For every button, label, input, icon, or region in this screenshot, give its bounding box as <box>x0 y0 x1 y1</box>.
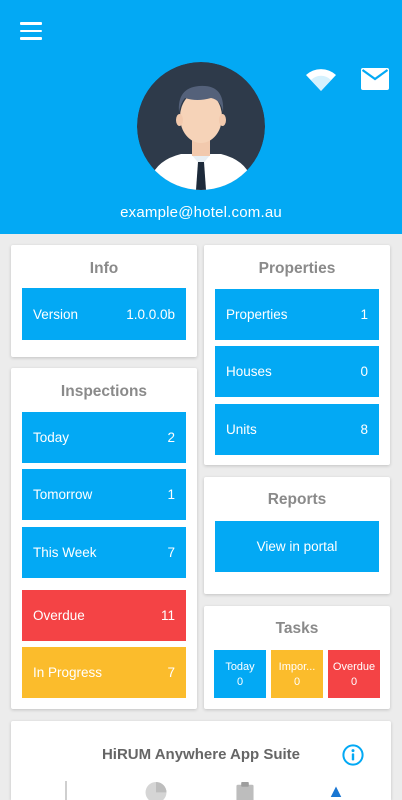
view-in-portal-button[interactable]: View in portal <box>215 521 379 572</box>
tasks-important-count: 0 <box>293 676 301 688</box>
tasks-overdue-count: 0 <box>350 676 358 688</box>
version-value: 1.0.0.0b <box>126 306 175 322</box>
properties-title: Properties <box>258 260 336 277</box>
inspections-card: Inspections Today 2 Tomorrow 1 This Week… <box>11 368 197 709</box>
inspections-today-count: 2 <box>167 430 175 445</box>
inspections-tomorrow-label: Tomorrow <box>33 487 93 502</box>
menu-icon[interactable] <box>20 22 42 40</box>
pie-chart-icon[interactable] <box>144 781 168 800</box>
properties-count: 1 <box>360 307 368 322</box>
suite-divider-icon <box>65 781 67 800</box>
tasks-card: Tasks Today 0 Impor... 0 Overdue 0 <box>204 606 390 709</box>
tasks-overdue-tile[interactable]: Overdue 0 <box>328 650 380 698</box>
tasks-today-count: 0 <box>236 676 244 688</box>
properties-card: Properties Properties 1 Houses 0 Units 8 <box>204 245 390 465</box>
inspections-today-tile[interactable]: Today 2 <box>22 412 186 463</box>
clipboard-icon[interactable] <box>233 781 257 800</box>
app-suite-card: HiRUM Anywhere App Suite <box>11 721 391 800</box>
properties-label: Properties <box>226 307 288 322</box>
reports-card: Reports View in portal <box>204 477 390 594</box>
inspections-in-progress-count: 7 <box>167 665 175 680</box>
user-email: example@hotel.com.au <box>120 204 282 221</box>
inspections-this-week-count: 7 <box>167 545 175 560</box>
tasks-important-tile[interactable]: Impor... 0 <box>271 650 323 698</box>
avatar <box>137 62 265 190</box>
tasks-title: Tasks <box>275 620 319 637</box>
inspections-tomorrow-tile[interactable]: Tomorrow 1 <box>22 469 186 520</box>
units-label: Units <box>226 422 257 437</box>
properties-tile[interactable]: Properties 1 <box>215 289 379 340</box>
version-tile[interactable]: Version 1.0.0.0b <box>22 288 186 340</box>
units-tile[interactable]: Units 8 <box>215 404 379 455</box>
tasks-overdue-label: Overdue <box>332 661 376 673</box>
inspections-tomorrow-count: 1 <box>167 487 175 502</box>
info-card: Info Version 1.0.0.0b <box>11 245 197 357</box>
tasks-today-tile[interactable]: Today 0 <box>214 650 266 698</box>
inspections-today-label: Today <box>33 430 70 445</box>
inspections-this-week-tile[interactable]: This Week 7 <box>22 527 186 578</box>
houses-label: Houses <box>226 364 272 379</box>
inspections-title: Inspections <box>60 383 148 400</box>
app-suite-title: HiRUM Anywhere App Suite <box>101 746 301 763</box>
houses-count: 0 <box>360 364 368 379</box>
inspections-overdue-count: 11 <box>160 608 175 623</box>
info-icon[interactable] <box>342 744 364 766</box>
drop-icon[interactable] <box>327 785 345 800</box>
app-header: example@hotel.com.au <box>0 0 402 234</box>
wifi-icon[interactable] <box>305 66 337 92</box>
version-label: Version <box>33 306 79 322</box>
info-title: Info <box>89 260 119 277</box>
tasks-important-label: Impor... <box>278 661 316 673</box>
units-count: 8 <box>360 422 368 437</box>
houses-tile[interactable]: Houses 0 <box>215 346 379 397</box>
tasks-today-label: Today <box>225 661 255 673</box>
inspections-overdue-tile[interactable]: Overdue 11 <box>22 590 186 641</box>
inspections-overdue-label: Overdue <box>33 608 85 623</box>
mail-icon[interactable] <box>361 68 389 90</box>
inspections-in-progress-tile[interactable]: In Progress 7 <box>22 647 186 698</box>
reports-title: Reports <box>267 491 327 508</box>
inspections-this-week-label: This Week <box>33 545 97 560</box>
inspections-in-progress-label: In Progress <box>33 665 103 680</box>
